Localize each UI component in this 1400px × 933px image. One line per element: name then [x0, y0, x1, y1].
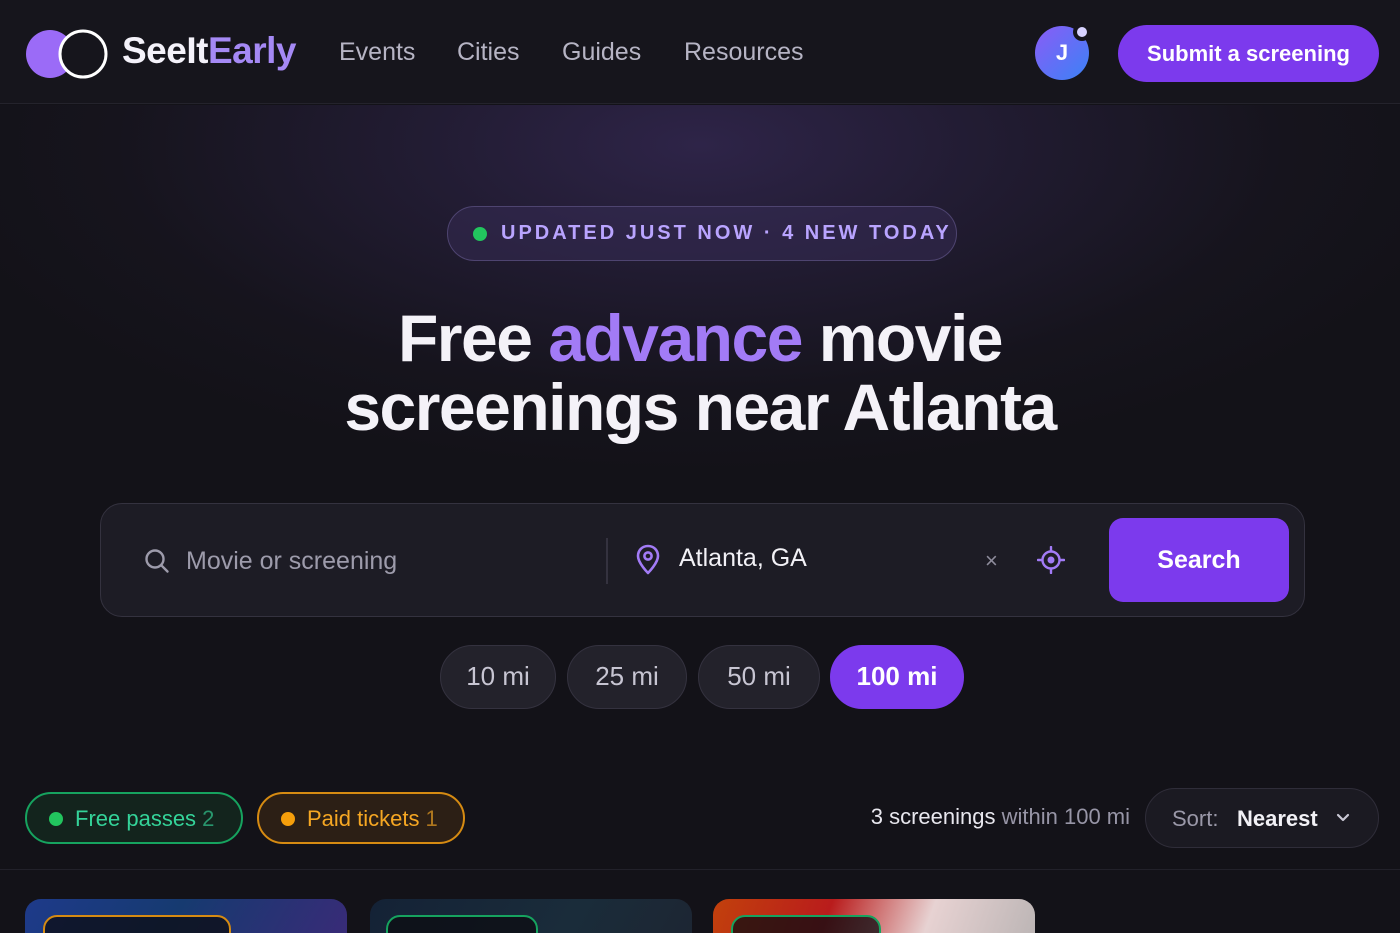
- clear-icon[interactable]: ×: [985, 548, 998, 574]
- logo-icon[interactable]: [26, 28, 108, 80]
- radius-10-mi[interactable]: 10 mi: [440, 645, 556, 709]
- movie-search-input[interactable]: [186, 537, 586, 585]
- brand-part-1: SeeIt: [122, 30, 208, 71]
- sort-value: Nearest: [1237, 806, 1318, 831]
- headline-line-1: Free advance movie: [0, 300, 1400, 376]
- live-status-dot: [473, 227, 487, 241]
- nav-cities[interactable]: Cities: [457, 38, 520, 67]
- card-badge: [386, 915, 538, 933]
- free-passes-dot: [49, 812, 63, 826]
- radius-25-mi[interactable]: 25 mi: [567, 645, 687, 709]
- paid-tickets-label: Paid tickets 1: [307, 794, 438, 843]
- paid-tickets-dot: [281, 812, 295, 826]
- headline-part-1: Free: [397, 301, 549, 375]
- nav-guides[interactable]: Guides: [562, 38, 641, 67]
- status-pill: UPDATED JUST NOW · 4 NEW TODAY: [447, 206, 957, 261]
- nav-events[interactable]: Events: [339, 38, 415, 67]
- results-summary: 3 screenings within 100 mi: [760, 804, 1130, 830]
- sort-dropdown[interactable]: Sort: Nearest: [1145, 788, 1379, 848]
- search-divider: [606, 538, 608, 584]
- results-count: 3 screenings: [870, 804, 996, 829]
- headline-line-2: screenings near Atlanta: [344, 370, 1057, 444]
- section-divider: [0, 869, 1400, 870]
- location-pin-icon: [636, 544, 660, 575]
- headline-part-2: movie: [801, 301, 1004, 375]
- radius-100-mi[interactable]: 100 mi: [830, 645, 964, 709]
- chevron-down-icon: [1336, 813, 1350, 822]
- radius-50-mi[interactable]: 50 mi: [698, 645, 820, 709]
- paid-tickets-count: 1: [425, 806, 438, 831]
- brand-part-2: Early: [207, 30, 297, 71]
- card-badge: [43, 915, 231, 933]
- notification-dot: [1073, 23, 1091, 41]
- search-icon: [145, 549, 169, 573]
- search-bar: Atlanta, GA × Search: [100, 503, 1305, 617]
- screening-card[interactable]: [25, 899, 347, 933]
- screening-card[interactable]: [713, 899, 1035, 933]
- top-navigation: SeeItEarly Events Cities Guides Resource…: [0, 0, 1400, 104]
- free-passes-label: Free passes 2: [75, 794, 214, 843]
- sort-label: Sort:: [1172, 806, 1219, 831]
- brand-wordmark[interactable]: SeeItEarly: [122, 30, 296, 72]
- search-button[interactable]: Search: [1109, 518, 1289, 602]
- status-text: UPDATED JUST NOW · 4 NEW TODAY: [501, 222, 952, 244]
- submit-screening-button[interactable]: Submit a screening: [1118, 25, 1379, 82]
- screening-card[interactable]: [370, 899, 692, 933]
- paid-tickets-text: Paid tickets: [307, 806, 420, 831]
- card-badge: [731, 915, 881, 933]
- filter-free-passes[interactable]: Free passes 2: [25, 792, 243, 844]
- nav-resources[interactable]: Resources: [684, 38, 804, 67]
- free-passes-text: Free passes: [75, 806, 197, 831]
- locate-me-icon[interactable]: [1037, 546, 1065, 574]
- free-passes-count: 2: [202, 806, 215, 831]
- filter-paid-tickets[interactable]: Paid tickets 1: [257, 792, 465, 844]
- location-input[interactable]: Atlanta, GA: [679, 544, 807, 573]
- headline-accent: advance: [548, 301, 803, 375]
- results-radius: within 100 mi: [1001, 804, 1130, 829]
